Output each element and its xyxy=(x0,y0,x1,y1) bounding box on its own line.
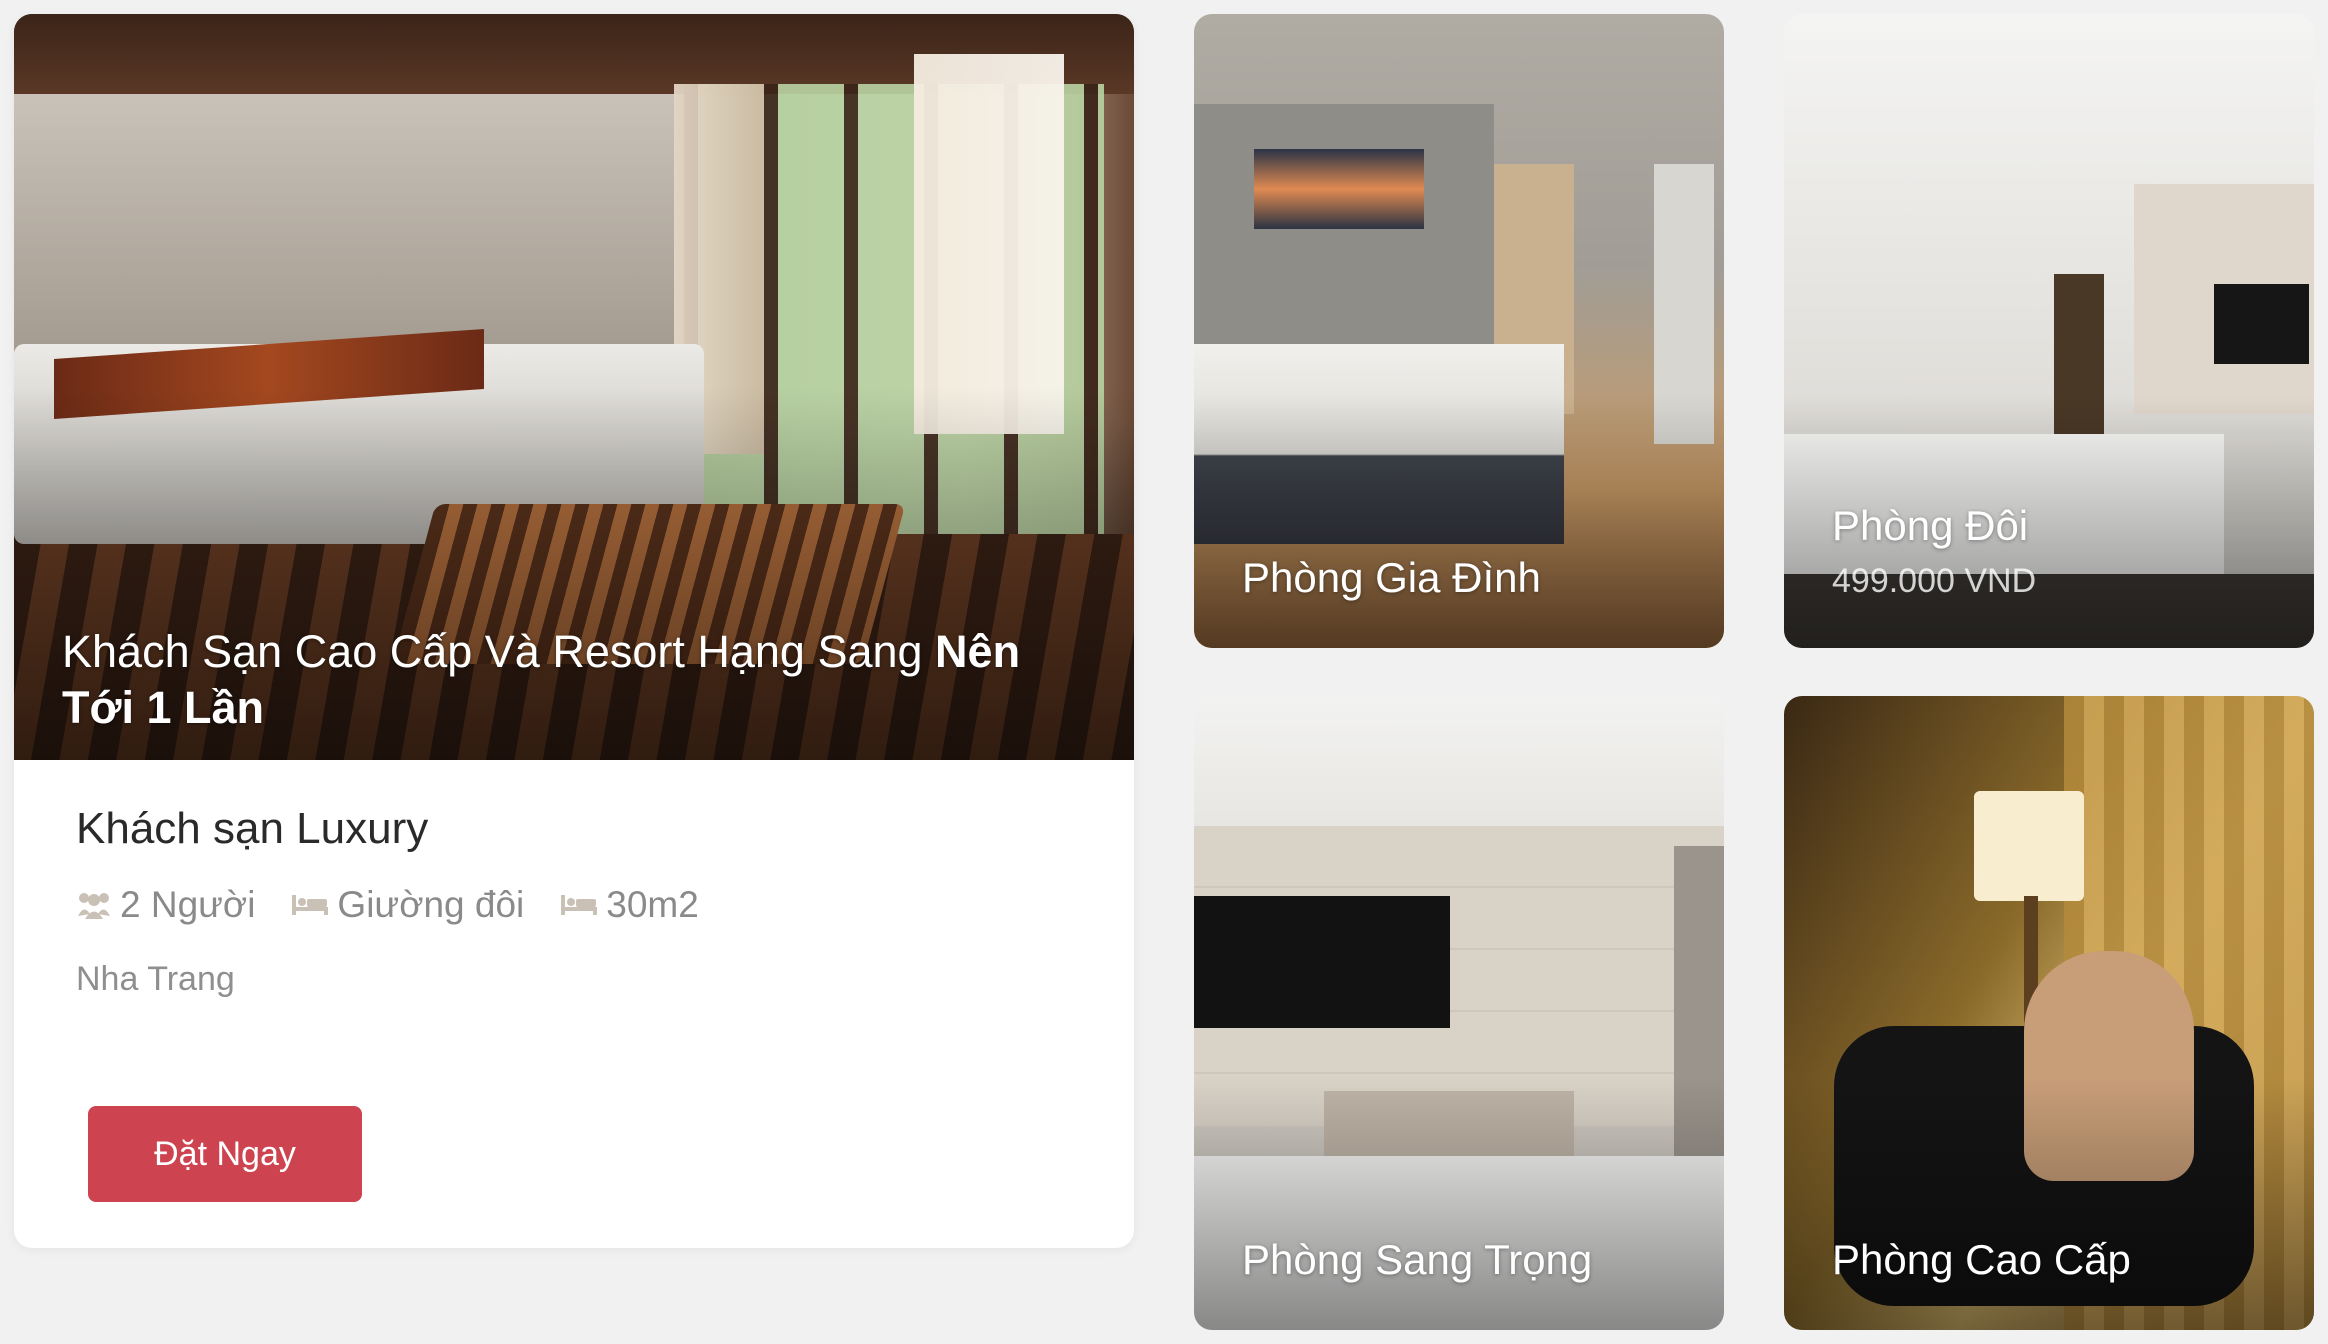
amenity-area: 30m2 xyxy=(560,884,699,926)
bed-icon xyxy=(561,895,598,915)
room-title: Phòng Đôi xyxy=(1832,502,2029,549)
room-card-family[interactable]: Phòng Gia Đình xyxy=(1194,14,1724,648)
room-price: 499.000 VND xyxy=(1832,562,2037,600)
featured-hotel-photo: Khách Sạn Cao Cấp Và Resort Hạng Sang Nê… xyxy=(14,14,1134,760)
hotel-location: Nha Trang xyxy=(76,960,235,998)
hotel-name[interactable]: Khách sạn Luxury xyxy=(76,804,1076,854)
amenity-guests-label: 2 Người xyxy=(120,884,256,925)
book-now-button[interactable]: Đặt Ngay xyxy=(88,1106,362,1202)
amenity-area-label: 30m2 xyxy=(606,884,699,925)
amenity-bed-type-label: Giường đôi xyxy=(337,884,525,925)
room-title: Phòng Gia Đình xyxy=(1242,554,1541,601)
room-card-luxury[interactable]: Phòng Sang Trọng xyxy=(1194,696,1724,1330)
featured-headline[interactable]: Khách Sạn Cao Cấp Và Resort Hạng Sang Nê… xyxy=(62,624,1082,736)
room-title: Phòng Cao Cấp xyxy=(1832,1236,2131,1283)
room-title: Phòng Sang Trọng xyxy=(1242,1236,1593,1283)
users-icon xyxy=(78,893,110,919)
featured-hotel-card[interactable]: Khách Sạn Cao Cấp Và Resort Hạng Sang Nê… xyxy=(14,14,1134,1248)
featured-hotel-details: Khách sạn Luxury 2 Người Giường đôi 30m2… xyxy=(76,804,1076,999)
amenity-bed-type: Giường đôi xyxy=(291,884,524,926)
room-card-premium[interactable]: Phòng Cao Cấp xyxy=(1784,696,2314,1330)
room-card-double[interactable]: Phòng Đôi 499.000 VND xyxy=(1784,14,2314,648)
amenity-guests: 2 Người xyxy=(76,884,255,926)
bed-icon xyxy=(292,895,329,915)
featured-headline-regular: Khách Sạn Cao Cấp Và Resort Hạng Sang xyxy=(62,626,936,677)
amenities-list: 2 Người Giường đôi 30m2 xyxy=(76,884,1076,926)
